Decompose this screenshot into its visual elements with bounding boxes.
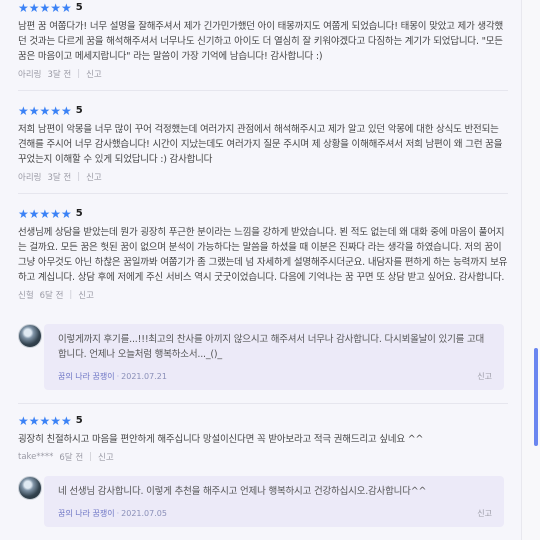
- review-time: 3달 전: [47, 70, 72, 80]
- star-icon: ★★★★★: [18, 414, 72, 428]
- meta-separator: |: [77, 69, 81, 79]
- star-icon: ★★★★★: [18, 207, 72, 221]
- review-time: 3달 전: [47, 173, 72, 183]
- report-link[interactable]: 신고: [86, 171, 102, 183]
- meta-separator: |: [69, 290, 73, 300]
- scrollbar-thumb[interactable]: [534, 348, 538, 446]
- reviews-panel: ★★★★★ 5 남편 꿈 여쭙다가! 너무 설명을 잘해주셔서 제가 긴가민가했…: [0, 0, 522, 540]
- rating-score: 5: [75, 415, 83, 426]
- rating-stars: ★★★★★ 5: [18, 105, 508, 117]
- meta-separator: ·: [116, 371, 120, 381]
- star-icon: ★★★★★: [18, 104, 72, 118]
- divider: [18, 403, 508, 404]
- report-link[interactable]: 신고: [78, 289, 94, 301]
- rating-stars: ★★★★★ 5: [18, 208, 508, 220]
- review-author: 신헐: [18, 291, 34, 301]
- reply-author: 꿈의 나라 꿈쟁이: [58, 371, 115, 381]
- review-meta: 신헐 6달 전 | 신고: [18, 289, 508, 301]
- rating-stars: ★★★★★ 5: [18, 415, 508, 427]
- review-text: 저희 남편이 악몽을 너무 많이 꾸어 걱정했는데 여러가지 관점에서 해석해주…: [18, 124, 503, 165]
- avatar: [18, 324, 42, 348]
- report-link[interactable]: 신고: [98, 451, 114, 463]
- review-text: 굉장히 친절하시고 마음을 편안하게 해주십니다 망설이신다면 꼭 받아보라고 …: [18, 434, 424, 445]
- reply-text: 네 선생님 감사합니다. 이렇게 추천을 해주시고 언제나 행복하시고 건강하십…: [58, 486, 427, 497]
- review-meta: 아리링 3달 전 | 신고: [18, 68, 508, 80]
- reply-date: 2021.07.05: [121, 508, 167, 518]
- reply-meta: 꿈의 나라 꿈쟁이 · 2021.07.21 신고: [58, 370, 492, 382]
- meta-separator: |: [77, 172, 81, 182]
- reply-author: 꿈의 나라 꿈쟁이: [58, 508, 115, 518]
- reply-bubble: 이렇게까지 후기를...!!!최고의 찬사를 아끼지 않으시고 해주셔서 너무나…: [44, 324, 504, 390]
- report-link[interactable]: 신고: [86, 68, 102, 80]
- review-meta: take**** 6달 전 | 신고: [18, 451, 508, 463]
- review-text: 남편 꿈 여쭙다가! 너무 설명을 잘해주셔서 제가 긴가민가했던 아이 태몽까…: [18, 21, 504, 62]
- rating-stars: ★★★★★ 5: [18, 2, 508, 14]
- reply-text: 이렇게까지 후기를...!!!최고의 찬사를 아끼지 않으시고 해주셔서 너무나…: [58, 334, 485, 360]
- review-item: ★★★★★ 5 굉장히 친절하시고 마음을 편안하게 해주십니다 망설이신다면 …: [18, 415, 508, 463]
- avatar: [18, 476, 42, 500]
- review-meta: 아리링 3달 전 | 신고: [18, 171, 508, 183]
- divider: [18, 193, 508, 194]
- reply-bubble: 네 선생님 감사합니다. 이렇게 추천을 해주시고 언제나 행복하시고 건강하십…: [44, 476, 504, 527]
- report-link[interactable]: 신고: [477, 508, 492, 519]
- meta-separator: |: [89, 452, 93, 462]
- reply-meta: 꿈의 나라 꿈쟁이 · 2021.07.05 신고: [58, 507, 492, 519]
- star-icon: ★★★★★: [18, 1, 72, 15]
- reply-date: 2021.07.21: [121, 371, 167, 381]
- report-link[interactable]: 신고: [477, 371, 492, 382]
- review-author: 아리링: [18, 70, 42, 80]
- rating-score: 5: [75, 208, 83, 219]
- scrollbar[interactable]: [522, 0, 540, 540]
- divider: [18, 90, 508, 91]
- meta-separator: ·: [116, 508, 120, 518]
- review-author: take****: [18, 452, 54, 462]
- rating-score: 5: [75, 105, 83, 116]
- review-author: 아리링: [18, 173, 42, 183]
- review-text: 선생님께 상담을 받았는데 뭔가 굉장히 푸근한 분이라는 느낌을 강하게 받았…: [18, 227, 508, 283]
- review-item: ★★★★★ 5 남편 꿈 여쭙다가! 너무 설명을 잘해주셔서 제가 긴가민가했…: [18, 2, 508, 80]
- rating-score: 5: [75, 2, 83, 13]
- review-time: 6달 전: [59, 453, 84, 463]
- review-item: ★★★★★ 5 선생님께 상담을 받았는데 뭔가 굉장히 푸근한 분이라는 느낌…: [18, 208, 508, 301]
- review-time: 6달 전: [39, 291, 64, 301]
- review-item: ★★★★★ 5 저희 남편이 악몽을 너무 많이 꾸어 걱정했는데 여러가지 관…: [18, 105, 508, 183]
